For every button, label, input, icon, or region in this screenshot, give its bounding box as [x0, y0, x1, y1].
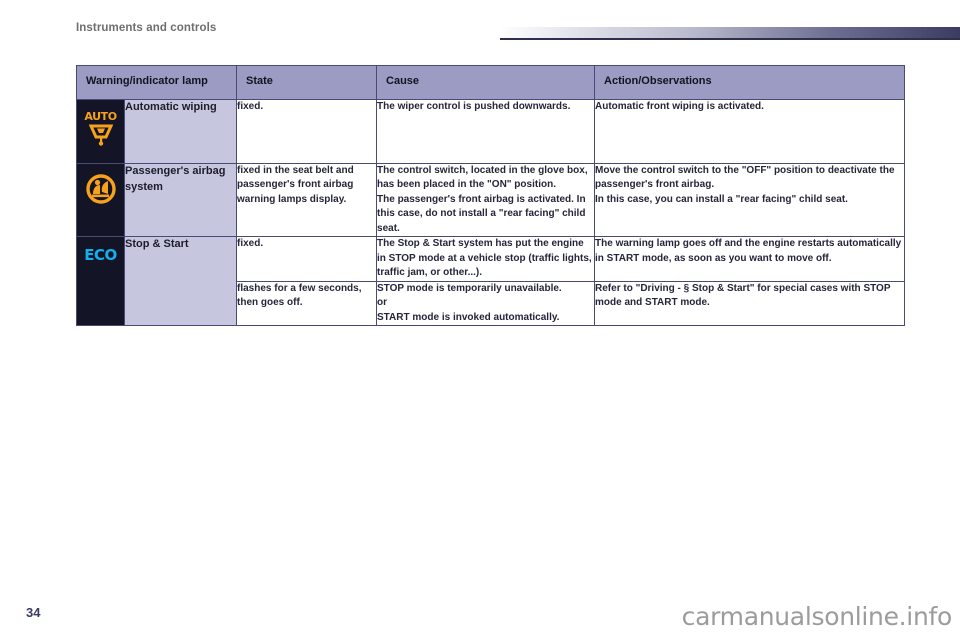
watermark: carmanualsonline.info — [681, 602, 953, 631]
action-line: In this case, you can install a "rear fa… — [595, 193, 848, 205]
page-title: Instruments and controls — [76, 22, 217, 34]
action-cell: Move the control switch to the "OFF" pos… — [594, 162, 906, 238]
header-gradient-bar — [500, 27, 960, 38]
cause-cell: The control switch, located in the glove… — [376, 162, 596, 238]
action-cell: Refer to "Driving - § Stop & Start" for … — [594, 280, 906, 327]
auto-wiping-icon-cell: AUTO — [76, 98, 125, 164]
passenger-airbag-icon — [78, 168, 124, 214]
state-cell: flashes for a few seconds, then goes off… — [236, 280, 378, 327]
lamp-name-stop-and-start: Stop & Start — [123, 236, 238, 327]
auto-wiping-icon-label: AUTO — [84, 109, 117, 123]
table-header-row: Warning/indicator lamp State Cause Actio… — [75, 65, 906, 100]
cause-line: The passenger's front airbag is activate… — [377, 193, 586, 234]
table-row: Passenger's airbag system fixed in the s… — [76, 162, 906, 238]
cause-line: START mode is invoked automatically. — [377, 311, 560, 323]
cause-cell: The Stop & Start system has put the engi… — [376, 236, 596, 282]
warning-lamp-table: Warning/indicator lamp State Cause Actio… — [75, 65, 906, 327]
cause-line: STOP mode is temporarily unavailable. — [377, 282, 562, 294]
column-header-cause: Cause — [376, 65, 596, 100]
header-rule — [500, 38, 960, 40]
table-row: ECO Stop & Start fixed. The Stop & Start… — [76, 236, 906, 327]
action-line: Move the control switch to the "OFF" pos… — [595, 164, 895, 191]
state-cell: fixed in the seat belt and passenger's f… — [236, 162, 378, 238]
windscreen-wiper-icon — [88, 124, 113, 151]
page-header: Instruments and controls — [0, 0, 960, 56]
cause-cell: STOP mode is temporarily unavailable. or… — [376, 280, 596, 327]
state-cell: fixed. — [236, 236, 378, 282]
cause-cell: The wiper control is pushed downwards. — [376, 98, 596, 164]
column-header-warning-indicator-lamp: Warning/indicator lamp — [75, 65, 238, 100]
auto-wiping-icon: AUTO — [78, 104, 124, 152]
action-cell: The warning lamp goes off and the engine… — [594, 236, 906, 282]
eco-icon: ECO — [84, 246, 117, 265]
column-header-action-observations: Action/Observations — [594, 65, 906, 100]
passenger-airbag-icon-cell — [76, 162, 125, 238]
column-header-state: State — [236, 65, 378, 100]
state-cell: fixed. — [236, 98, 378, 164]
page-number: 34 — [26, 605, 41, 620]
cause-line: or — [377, 297, 388, 309]
table-row: AUTO Automatic wiping fixed. The wiper c… — [76, 98, 906, 164]
cause-line: The control switch, located in the glove… — [377, 164, 588, 191]
eco-stop-start-icon-cell: ECO — [76, 236, 125, 327]
action-cell: Automatic front wiping is activated. — [594, 98, 906, 164]
lamp-name-automatic-wiping: Automatic wiping — [123, 98, 238, 164]
lamp-name-passenger-airbag-system: Passenger's airbag system — [123, 162, 238, 238]
